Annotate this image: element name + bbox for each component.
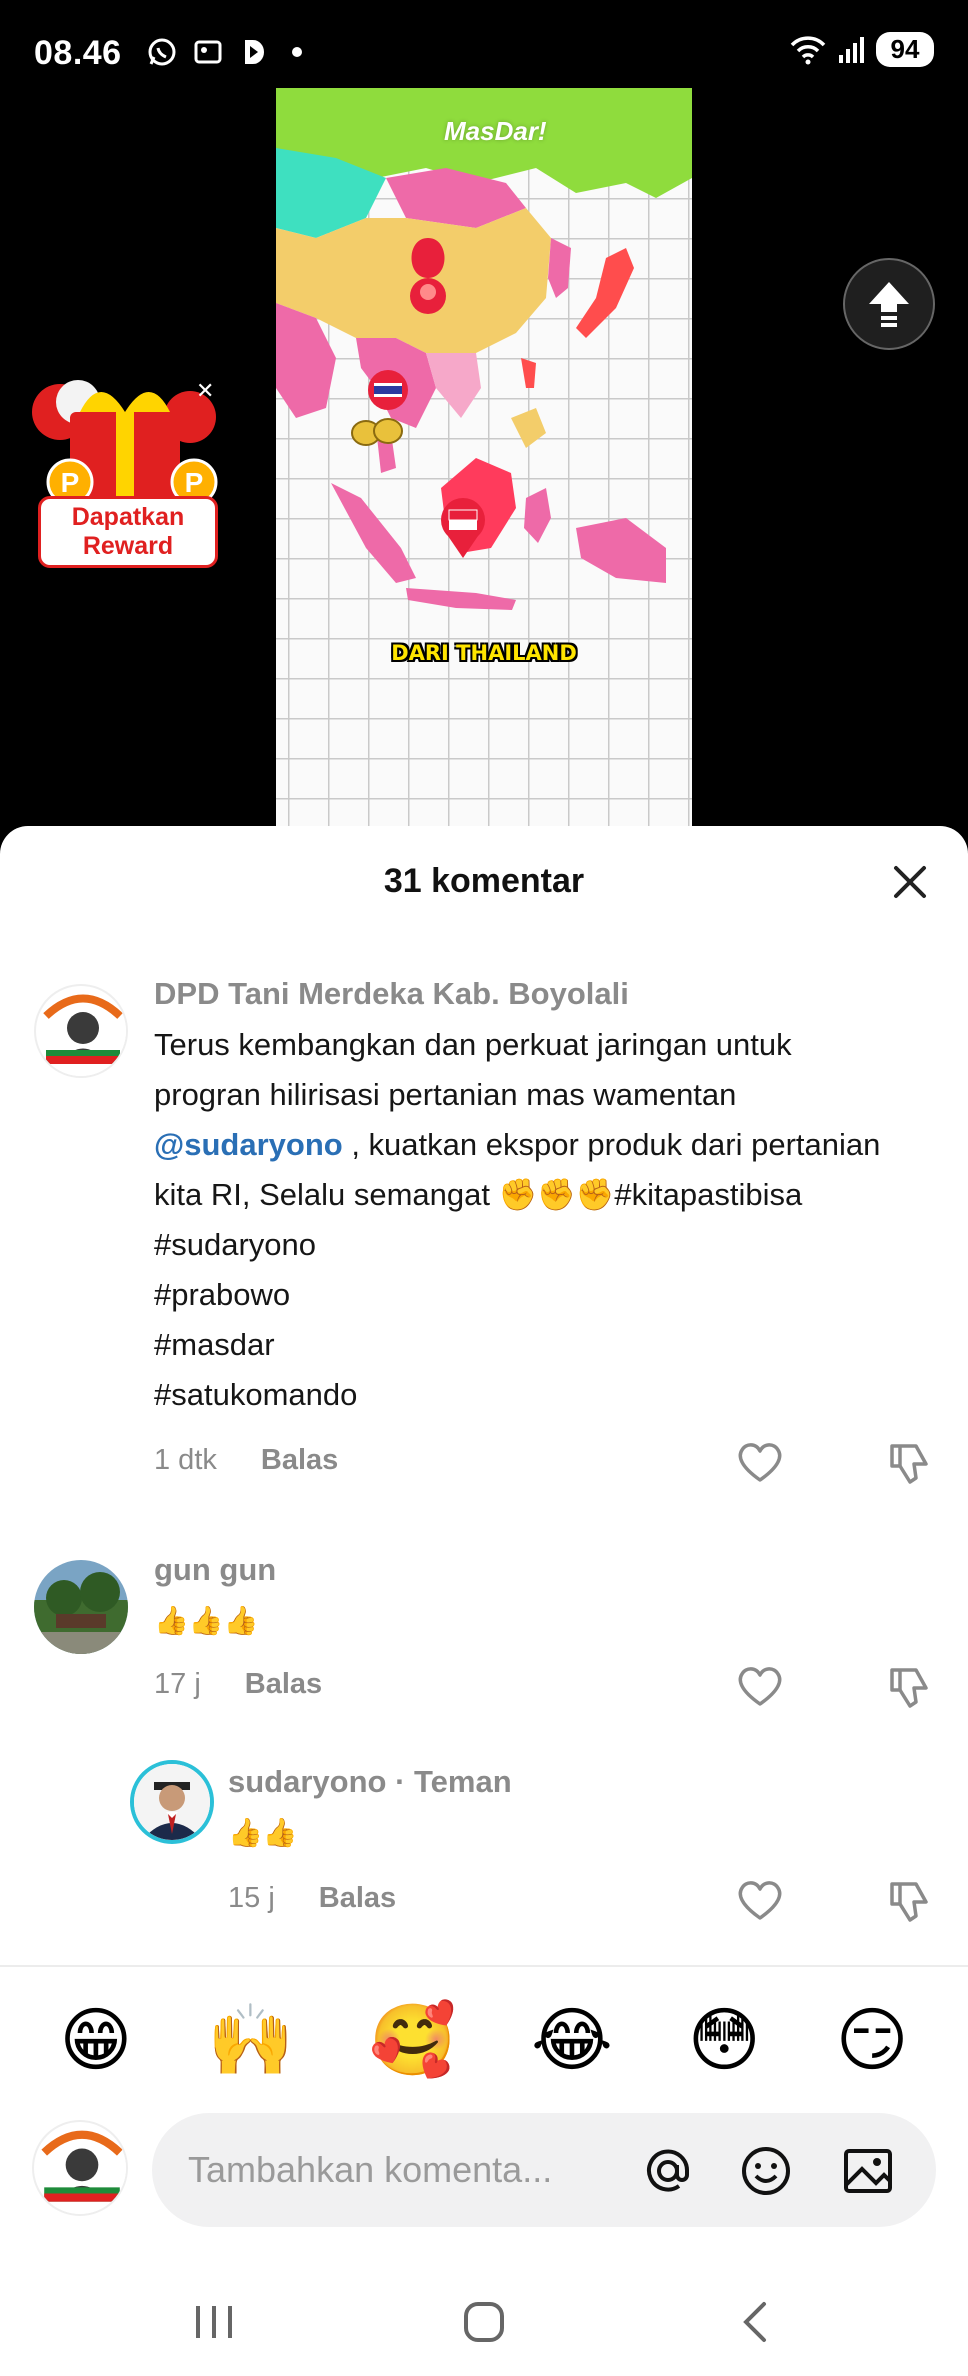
emoji-smirk[interactable]: 😏 — [836, 1998, 909, 2082]
reply-button[interactable]: Balas — [245, 1668, 322, 1701]
scroll-up-button[interactable] — [843, 258, 935, 350]
mention-link[interactable]: @sudaryono — [154, 1127, 343, 1162]
divider — [0, 1965, 968, 1967]
avatar[interactable] — [130, 1760, 214, 1844]
heart-icon[interactable] — [736, 1440, 784, 1484]
svg-text:P: P — [61, 467, 80, 498]
dislike-icon[interactable] — [886, 1876, 934, 1924]
dislike-icon[interactable] — [886, 1438, 934, 1486]
play-icon — [238, 36, 270, 68]
signal-icon — [839, 36, 864, 63]
emoji-icon[interactable] — [738, 2143, 794, 2199]
wifi-icon — [790, 35, 826, 64]
reply-button[interactable]: Balas — [319, 1882, 396, 1915]
emoji-tears-of-joy[interactable]: 😂 — [531, 1998, 613, 2082]
video-player[interactable]: MasDar! DARI THAILAND — [276, 88, 692, 826]
avatar[interactable] — [34, 1560, 128, 1654]
notification-icons — [146, 36, 302, 68]
comment-count-title: 31 komentar — [383, 862, 585, 900]
mention-icon[interactable] — [640, 2143, 696, 2199]
emoji-raised-hands[interactable]: 🙌 — [207, 1998, 294, 2082]
comment-username[interactable]: gun gun — [154, 1552, 276, 1588]
comment-meta: 17 j Balas — [154, 1668, 322, 1701]
comment-meta: 1 dtk Balas — [154, 1444, 338, 1477]
reply-button[interactable]: Balas — [261, 1444, 338, 1477]
emoji-hearts-face[interactable]: 🥰 — [369, 1998, 456, 2082]
reward-close-icon[interactable]: ✕ — [196, 378, 214, 404]
image-icon[interactable] — [840, 2143, 896, 2199]
video-watermark-logo: MasDar! — [444, 116, 547, 146]
heart-icon[interactable] — [736, 1878, 784, 1922]
back-icon[interactable] — [726, 2292, 786, 2352]
heart-icon[interactable] — [736, 1664, 784, 1708]
emoji-grin[interactable]: 😁 — [59, 1998, 132, 2082]
comment-text: 👍👍👍 — [154, 1604, 259, 1637]
comment-text: 👍👍 — [228, 1816, 298, 1849]
system-navigation-bar — [0, 2270, 968, 2376]
comment-time: 15 j — [228, 1882, 275, 1914]
reward-label: Dapatkan Reward — [38, 496, 218, 568]
gallery-icon — [192, 36, 224, 68]
comment-input-placeholder: Tambahkan komenta... — [188, 2149, 553, 2190]
video-caption: DARI THAILAND — [391, 641, 577, 665]
more-notifications-dot — [292, 47, 302, 57]
system-status: 94 — [790, 32, 934, 67]
recent-apps-icon[interactable] — [184, 2292, 244, 2352]
comment-time: 17 j — [154, 1668, 201, 1700]
comment-text: Terus kembangkan dan perkuat jaringan un… — [154, 1027, 881, 1412]
battery-indicator: 94 — [876, 32, 934, 67]
coin-pile — [351, 418, 403, 446]
arrow-up-icon — [869, 282, 909, 327]
asia-map — [276, 88, 692, 610]
thailand-pin — [368, 370, 408, 410]
dislike-icon[interactable] — [886, 1662, 934, 1710]
emoji-flushed[interactable]: 😳 — [688, 1998, 761, 2082]
avatar[interactable] — [34, 984, 128, 1078]
close-icon[interactable] — [890, 862, 930, 902]
home-icon[interactable] — [454, 2292, 514, 2352]
comment-username[interactable]: sudaryono · Teman — [228, 1764, 512, 1800]
my-avatar[interactable] — [32, 2120, 128, 2216]
svg-text:P: P — [185, 467, 204, 498]
comment-username[interactable]: DPD Tani Merdeka Kab. Boyolali — [154, 976, 629, 1012]
comment-time: 1 dtk — [154, 1444, 217, 1476]
status-time: 08.46 — [34, 34, 122, 72]
comment-input[interactable]: Tambahkan komenta... — [152, 2113, 936, 2227]
emoji-quick-bar: 😁 🙌 🥰 😂 😳 😏 — [0, 1998, 968, 2082]
whatsapp-icon — [146, 36, 178, 68]
comment-meta: 15 j Balas — [228, 1882, 396, 1915]
